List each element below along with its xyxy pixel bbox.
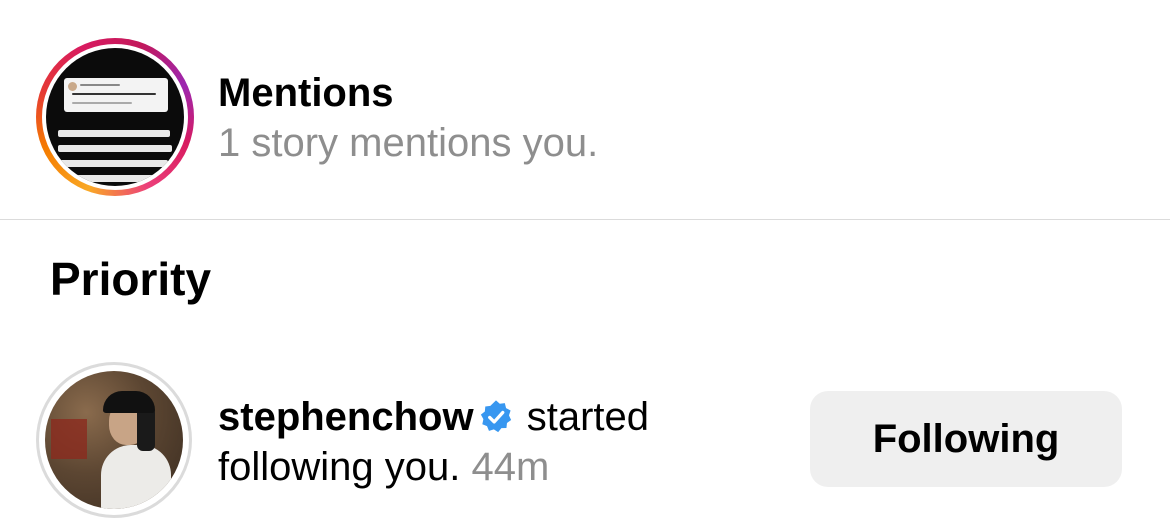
notification-time: 44m xyxy=(471,445,550,489)
story-thumbnail[interactable] xyxy=(46,48,184,186)
following-button[interactable]: Following xyxy=(810,391,1122,487)
story-ring[interactable] xyxy=(36,38,194,196)
notification-action-text: following you. xyxy=(218,445,461,489)
photo-shirt xyxy=(101,445,171,509)
story-text-line xyxy=(58,145,172,152)
photo-cap xyxy=(103,391,155,413)
story-text-line xyxy=(58,130,170,137)
avatar-photo xyxy=(45,371,183,509)
story-text-line xyxy=(58,160,168,167)
notification-row[interactable]: stephenchow started following you. 44m Fo… xyxy=(0,350,1170,530)
story-card-avatar xyxy=(68,82,77,91)
story-text-line xyxy=(58,175,154,182)
mentions-subtitle: 1 story mentions you. xyxy=(218,121,599,165)
mentions-row[interactable]: Mentions 1 story mentions you. xyxy=(0,0,1170,219)
notification-text: stephenchow started following you. 44m xyxy=(218,392,778,492)
section-divider xyxy=(0,219,1170,220)
username-link[interactable]: stephenchow xyxy=(218,395,474,439)
photo-hair xyxy=(137,407,155,451)
notification-action-text: started xyxy=(515,395,649,439)
verified-badge-icon xyxy=(480,400,511,433)
story-post-card xyxy=(64,78,168,112)
photo-background xyxy=(51,419,87,459)
mentions-title: Mentions xyxy=(218,71,394,115)
story-card-text xyxy=(80,84,120,86)
avatar[interactable] xyxy=(36,362,192,518)
priority-section-title: Priority xyxy=(50,253,212,305)
story-card-text xyxy=(72,93,156,95)
story-card-text xyxy=(72,102,132,104)
